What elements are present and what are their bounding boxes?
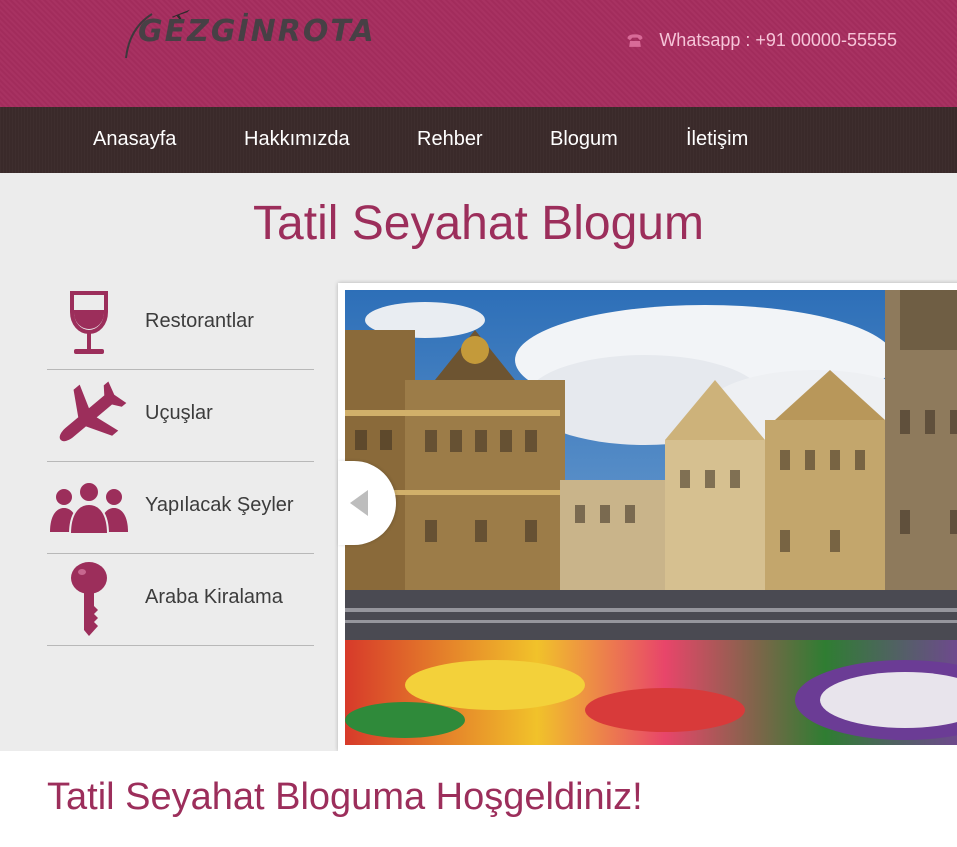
- category-yapilacak-seyler[interactable]: Yapılacak Şeyler: [47, 462, 314, 554]
- phone-icon: [627, 33, 643, 47]
- site-header: GEZGİNROTA Whatsapp : +91 00000-55555: [0, 0, 957, 107]
- logo-text: GEZGİNROTA: [138, 14, 376, 49]
- chevron-left-icon: [350, 490, 368, 516]
- category-araba-kiralama[interactable]: Araba Kiralama: [47, 554, 314, 646]
- slide-image-grand-place: [345, 290, 957, 745]
- people-group-icon: [47, 468, 131, 548]
- whatsapp-contact[interactable]: Whatsapp : +91 00000-55555: [625, 30, 897, 51]
- nav-item-rehber[interactable]: Rehber: [417, 107, 483, 173]
- nav-item-anasayfa[interactable]: Anasayfa: [93, 107, 176, 173]
- category-label: Uçuşlar: [145, 402, 213, 424]
- nav-item-hakkimizda[interactable]: Hakkımızda: [244, 107, 350, 173]
- airplane-icon: [47, 376, 131, 456]
- nav-item-iletisim[interactable]: İletişim: [686, 107, 748, 173]
- page-title: Tatil Seyahat Blogum: [253, 197, 704, 250]
- category-list: Restorantlar Uçuşlar Yapılacak Şeyler Ar…: [47, 278, 314, 646]
- nav-item-blogum[interactable]: Blogum: [550, 107, 618, 173]
- welcome-heading: Tatil Seyahat Bloguma Hoşgeldiniz!: [47, 776, 643, 818]
- category-restorantlar[interactable]: Restorantlar: [47, 278, 314, 370]
- main-nav: Anasayfa Hakkımızda Rehber Blogum İletiş…: [0, 107, 957, 173]
- wine-glass-icon: [47, 284, 131, 364]
- category-label: Araba Kiralama: [145, 586, 283, 608]
- image-slider[interactable]: [338, 283, 957, 751]
- category-label: Restorantlar: [145, 310, 254, 332]
- contact-text: Whatsapp : +91 00000-55555: [659, 30, 897, 50]
- site-logo[interactable]: GEZGİNROTA: [122, 6, 374, 59]
- category-ucuslar[interactable]: Uçuşlar: [47, 370, 314, 462]
- category-label: Yapılacak Şeyler: [145, 494, 294, 516]
- key-icon: [47, 560, 131, 640]
